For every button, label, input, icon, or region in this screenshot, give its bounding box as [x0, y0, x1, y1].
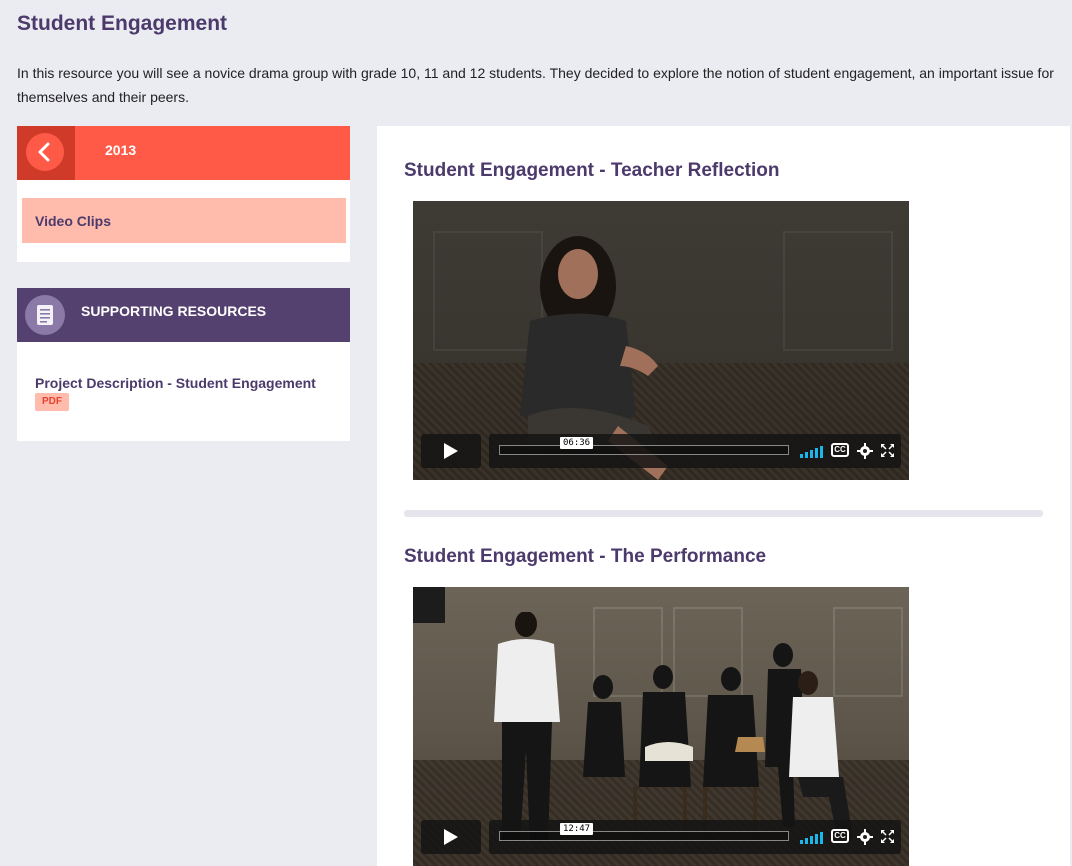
play-icon: [444, 443, 458, 459]
volume-icon[interactable]: [800, 446, 823, 458]
year-label: 2013: [105, 142, 137, 158]
play-button[interactable]: [421, 434, 481, 468]
back-button[interactable]: [17, 126, 75, 180]
video-duration: 06:36: [560, 437, 594, 449]
page-title: Student Engagement: [17, 12, 228, 35]
pdf-badge: PDF: [35, 393, 69, 411]
cc-icon[interactable]: CC: [831, 443, 849, 457]
video-progress-bar[interactable]: 06:36: [499, 437, 789, 455]
video-control-bar: 06:36 CC: [489, 434, 901, 468]
gear-icon[interactable]: [857, 829, 873, 845]
year-header: 2013: [17, 126, 350, 180]
supporting-resources-heading: SUPPORTING RESOURCES: [81, 303, 267, 319]
video-player-the-performance[interactable]: 12:47 CC: [413, 587, 909, 866]
supporting-resources-header: SUPPORTING RESOURCES: [17, 288, 350, 342]
wall-panel: [783, 231, 893, 351]
fullscreen-icon[interactable]: [881, 830, 894, 843]
play-button[interactable]: [421, 820, 481, 854]
sidebar-item-video-clips[interactable]: Video Clips: [22, 198, 346, 243]
back-button-circle[interactable]: [26, 133, 64, 171]
fullscreen-icon[interactable]: [881, 444, 894, 457]
video-player-teacher-reflection[interactable]: 06:36 CC: [413, 201, 909, 480]
chevron-left-icon: [38, 142, 50, 162]
volume-icon[interactable]: [800, 832, 823, 844]
gear-icon[interactable]: [857, 443, 873, 459]
document-icon: [25, 295, 65, 335]
video-duration: 12:47: [560, 823, 594, 835]
video-control-bar: 12:47 CC: [489, 820, 901, 854]
video-progress-bar[interactable]: 12:47: [499, 823, 789, 841]
page-intro: In this resource you will see a novice d…: [17, 65, 1054, 105]
cc-icon[interactable]: CC: [831, 829, 849, 843]
video-title-the-performance: Student Engagement - The Performance: [404, 546, 767, 567]
speaker: [413, 587, 445, 623]
video-title-teacher-reflection: Student Engagement - Teacher Reflection: [404, 160, 780, 181]
supporting-resources-card: SUPPORTING RESOURCES Project Description…: [17, 288, 350, 441]
play-icon: [444, 829, 458, 845]
video-controls: 12:47 CC: [421, 820, 901, 854]
video-controls: 06:36 CC: [421, 434, 901, 468]
resource-link-project-description[interactable]: Project Description - Student Engagement: [35, 375, 316, 391]
year-card: 2013 Video Clips: [17, 126, 350, 262]
section-divider: [404, 510, 1043, 517]
main-content: Student Engagement - Teacher Reflection …: [377, 126, 1070, 866]
